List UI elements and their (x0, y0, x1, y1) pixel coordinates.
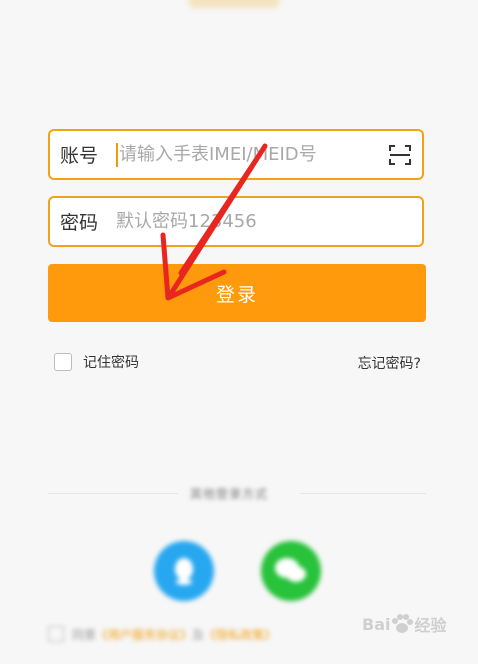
paw-icon (392, 614, 414, 633)
agreement-prefix: 同意 (72, 627, 97, 642)
qq-icon[interactable] (154, 541, 214, 601)
watermark-brand: Bai (362, 614, 391, 634)
forgot-password-link[interactable]: 忘记密码? (358, 353, 421, 373)
header-logo-blur (188, 0, 280, 8)
remember-label: 记住密码 (83, 355, 139, 371)
divider-right (300, 493, 426, 494)
wechat-icon[interactable] (261, 541, 321, 601)
account-input[interactable] (119, 144, 380, 165)
login-button[interactable]: 登录 (48, 264, 426, 322)
privacy-policy-link[interactable]: 《隐私政策》 (204, 626, 276, 643)
account-field[interactable]: 账号 (48, 129, 424, 180)
agreement-and: 及 (192, 627, 205, 642)
account-label: 账号 (60, 145, 99, 167)
watermark-suffix: 经验 (414, 616, 447, 635)
annotation-arrow (160, 143, 268, 301)
password-label: 密码 (60, 212, 99, 234)
remember-checkbox[interactable] (54, 353, 72, 371)
scan-icon[interactable] (386, 141, 414, 169)
password-input[interactable] (116, 211, 422, 232)
divider-left (48, 493, 178, 494)
remember-password[interactable]: 记住密码 (54, 352, 139, 372)
baidu-watermark: Bai 经验 (362, 612, 447, 636)
agreement-checkbox[interactable] (48, 626, 64, 642)
password-field[interactable]: 密码 (48, 196, 424, 247)
user-agreement-link[interactable]: 《用户服务协议》 (96, 626, 192, 643)
text-caret (116, 142, 118, 167)
other-login-label: 其他登录方式 (190, 487, 269, 501)
